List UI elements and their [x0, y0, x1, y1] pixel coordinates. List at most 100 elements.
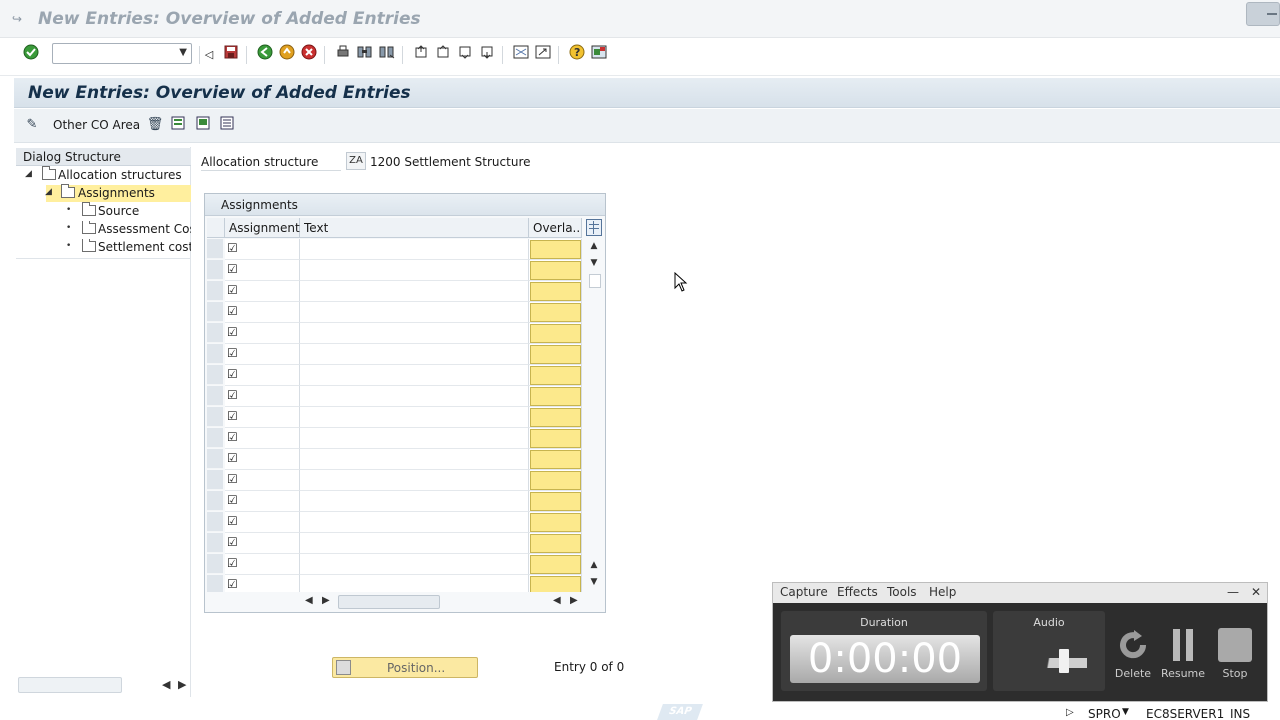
table-settings-icon[interactable]: [586, 219, 602, 236]
row-selector[interactable]: [207, 281, 223, 301]
find-icon[interactable]: [354, 44, 376, 66]
overlap-input[interactable]: [530, 513, 581, 532]
tree-node-settlement-cost[interactable]: • Settlement cost: [66, 239, 191, 256]
column-header-overlap[interactable]: Overla...: [529, 218, 582, 238]
checkbox-icon[interactable]: ☑: [227, 241, 238, 255]
horizontal-scroll-thumb[interactable]: [338, 595, 440, 609]
customize-layout-icon[interactable]: [588, 44, 610, 66]
tree-horizontal-scrollbar[interactable]: [18, 677, 122, 693]
assignment-cell[interactable]: ☑: [225, 302, 300, 323]
last-page-icon[interactable]: [476, 44, 498, 66]
scroll-left-icon[interactable]: ◀: [305, 595, 313, 606]
assignment-cell[interactable]: ☑: [225, 365, 300, 386]
row-selector[interactable]: [207, 512, 223, 532]
overlap-input[interactable]: [530, 429, 581, 448]
row-selector[interactable]: [207, 407, 223, 427]
menu-help[interactable]: Help: [929, 585, 956, 599]
scroll-up-icon[interactable]: ▲: [587, 560, 601, 570]
row-selector[interactable]: [207, 386, 223, 406]
row-selector[interactable]: [207, 260, 223, 280]
column-header-text[interactable]: Text: [300, 218, 529, 238]
assignment-cell[interactable]: ☑: [225, 239, 300, 260]
row-selector[interactable]: [207, 533, 223, 553]
first-page-icon[interactable]: [410, 44, 432, 66]
overlap-input[interactable]: [530, 303, 581, 322]
text-cell[interactable]: [300, 323, 529, 344]
overlap-input[interactable]: [530, 324, 581, 343]
menu-effects[interactable]: Effects: [837, 585, 878, 599]
checkbox-icon[interactable]: ☑: [227, 577, 238, 591]
exit-icon[interactable]: [276, 44, 298, 66]
command-field[interactable]: ▼: [52, 43, 192, 64]
checkbox-icon[interactable]: ☑: [227, 367, 238, 381]
checkbox-icon[interactable]: ☑: [227, 535, 238, 549]
text-cell[interactable]: [300, 533, 529, 554]
row-selector[interactable]: [207, 239, 223, 259]
checkbox-icon[interactable]: ☑: [227, 325, 238, 339]
checkbox-icon[interactable]: ☑: [227, 514, 238, 528]
text-cell[interactable]: [300, 281, 529, 302]
text-cell[interactable]: [300, 302, 529, 323]
help-icon[interactable]: ?: [566, 44, 588, 66]
overlap-input[interactable]: [530, 261, 581, 280]
column-header-assignment[interactable]: Assignment: [225, 218, 300, 238]
overlap-input[interactable]: [530, 492, 581, 511]
checkbox-icon[interactable]: ☑: [227, 262, 238, 276]
audio-volume-slider[interactable]: [1011, 658, 1087, 668]
text-cell[interactable]: [300, 260, 529, 281]
row-selector[interactable]: [207, 365, 223, 385]
overlap-input[interactable]: [530, 471, 581, 490]
overlap-input[interactable]: [530, 534, 581, 553]
audio-volume-handle[interactable]: [1059, 649, 1069, 673]
assignment-cell[interactable]: ☑: [225, 407, 300, 428]
chevron-down-icon[interactable]: ▼: [179, 47, 187, 58]
assignment-cell[interactable]: ☑: [225, 470, 300, 491]
back-icon[interactable]: [254, 44, 276, 66]
row-selector[interactable]: [207, 323, 223, 343]
checkbox-icon[interactable]: ☑: [227, 388, 238, 402]
text-cell[interactable]: [300, 491, 529, 512]
assignment-cell[interactable]: ☑: [225, 449, 300, 470]
column-header-select[interactable]: [207, 218, 225, 238]
row-selector[interactable]: [207, 554, 223, 574]
resume-button[interactable]: [1165, 627, 1201, 663]
assignment-cell[interactable]: ☑: [225, 344, 300, 365]
assignment-cell[interactable]: ☑: [225, 491, 300, 512]
row-selector[interactable]: [207, 302, 223, 322]
previous-page-icon[interactable]: [432, 44, 454, 66]
checkbox-icon[interactable]: ☑: [227, 346, 238, 360]
select-all-icon[interactable]: [169, 116, 187, 134]
exit-menu-icon[interactable]: ↪: [12, 12, 26, 26]
expand-triangle-icon[interactable]: ◢: [25, 169, 32, 179]
text-cell[interactable]: [300, 344, 529, 365]
checkbox-icon[interactable]: ☑: [227, 472, 238, 486]
vertical-scroll-thumb[interactable]: [589, 274, 601, 288]
checkbox-icon[interactable]: ☑: [227, 409, 238, 423]
text-cell[interactable]: [300, 449, 529, 470]
text-cell[interactable]: [300, 428, 529, 449]
menu-capture[interactable]: Capture: [780, 585, 828, 599]
text-cell[interactable]: [300, 386, 529, 407]
minimize-icon[interactable]: —: [1227, 585, 1239, 599]
other-co-area-button[interactable]: Other CO Area: [53, 118, 140, 132]
scroll-down-icon[interactable]: ▼: [587, 258, 601, 268]
change-pencil-icon[interactable]: ✎: [23, 116, 41, 134]
find-next-icon[interactable]: [376, 44, 398, 66]
delete-button[interactable]: [1115, 627, 1151, 663]
expand-triangle-icon[interactable]: ◢: [45, 187, 52, 197]
close-icon[interactable]: ✕: [1251, 585, 1261, 599]
row-selector[interactable]: [207, 491, 223, 511]
print-icon[interactable]: [332, 44, 354, 66]
checkbox-icon[interactable]: ☑: [227, 304, 238, 318]
assignment-cell[interactable]: ☑: [225, 554, 300, 575]
new-session-icon[interactable]: [510, 44, 532, 66]
back-arrow-icon[interactable]: ◁: [198, 44, 220, 66]
scroll-down-icon[interactable]: ▼: [587, 577, 601, 587]
tree-node-assignments[interactable]: ◢ Assignments: [45, 184, 191, 202]
position-button[interactable]: Position...: [332, 657, 478, 678]
select-block-icon[interactable]: [194, 116, 212, 134]
next-page-icon[interactable]: [454, 44, 476, 66]
row-selector[interactable]: [207, 470, 223, 490]
scroll-up-icon[interactable]: ▲: [587, 241, 601, 251]
window-menu-button[interactable]: [1246, 2, 1280, 26]
